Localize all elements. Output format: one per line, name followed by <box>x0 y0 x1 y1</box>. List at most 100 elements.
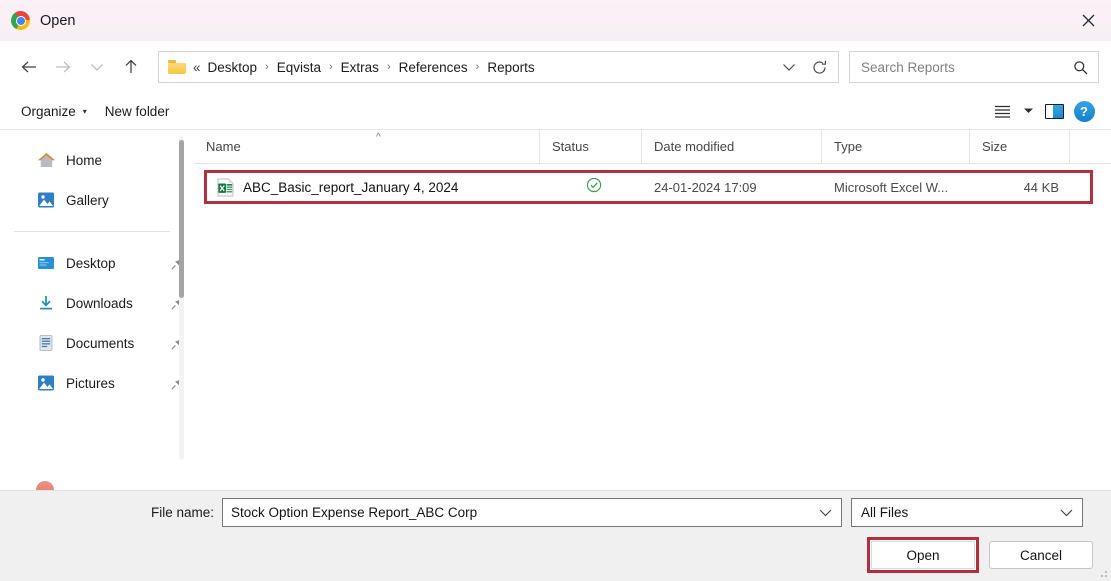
file-name-combobox[interactable] <box>222 498 842 527</box>
file-rows: ABC_Basic_report_January 4, 2024 24-01-2… <box>194 164 1111 490</box>
breadcrumb-overflow[interactable]: « <box>193 60 201 75</box>
search-icon <box>1070 60 1090 75</box>
help-label: ? <box>1073 100 1095 122</box>
preview-pane-icon[interactable] <box>1039 97 1069 125</box>
column-header-name[interactable]: Name ^ <box>194 130 539 163</box>
excel-file-icon <box>217 178 234 197</box>
breadcrumb-separator[interactable]: › <box>476 61 480 73</box>
sidebar-item-downloads[interactable]: Downloads <box>0 283 194 323</box>
folder-icon <box>168 60 186 74</box>
sidebar-divider <box>14 231 170 232</box>
file-list-pane: Name ^ Status Date modified Type Size AB… <box>194 130 1111 490</box>
breadcrumb-item-extras[interactable]: Extras <box>340 58 380 77</box>
chevron-down-icon[interactable] <box>813 509 837 517</box>
organize-button[interactable]: Organize ▾ <box>12 99 96 124</box>
sidebar-item-label: Pictures <box>66 375 115 391</box>
column-header-status[interactable]: Status <box>539 130 641 163</box>
desktop-icon <box>36 253 56 273</box>
breadcrumb-item-references[interactable]: References <box>398 58 469 77</box>
search-box[interactable] <box>849 51 1099 83</box>
sidebar-item-desktop[interactable]: Desktop <box>0 243 194 283</box>
open-button-highlight: Open <box>867 537 979 573</box>
sidebar-item-documents[interactable]: Documents <box>0 323 194 363</box>
window-title: Open <box>40 12 76 29</box>
back-button[interactable] <box>12 50 46 84</box>
open-file-dialog: Open « Desktop › Eqvista › Extras › Refe… <box>0 0 1111 581</box>
recent-locations-button[interactable] <box>80 50 114 84</box>
column-header-type[interactable]: Type <box>821 130 969 163</box>
list-view-icon[interactable] <box>987 97 1017 125</box>
column-header-name-label: Name <box>206 139 241 154</box>
file-name-label: ABC_Basic_report_January 4, 2024 <box>243 179 459 195</box>
breadcrumb: « Desktop › Eqvista › Extras › Reference… <box>193 58 774 77</box>
column-header-status-label: Status <box>552 139 589 154</box>
file-type-cell: Microsoft Excel W... <box>834 179 949 195</box>
sidebar-scrollbar[interactable] <box>179 136 184 460</box>
refresh-icon[interactable] <box>804 53 834 81</box>
file-type-filter-combobox[interactable]: All Files <box>851 498 1083 527</box>
column-headers: Name ^ Status Date modified Type Size <box>194 130 1111 164</box>
sidebar-item-label: Documents <box>66 335 135 351</box>
pictures-icon <box>36 373 56 393</box>
chevron-down-icon[interactable] <box>1054 509 1078 517</box>
search-input[interactable] <box>861 59 1070 75</box>
column-header-date-label: Date modified <box>654 139 735 154</box>
resize-grip[interactable] <box>1097 567 1107 577</box>
sidebar-item-label: Home <box>66 152 103 168</box>
title-bar: Open <box>0 0 1111 41</box>
sidebar-item-label: Desktop <box>66 255 116 271</box>
column-header-filler <box>1069 130 1111 163</box>
column-header-size-label: Size <box>982 139 1008 154</box>
dialog-footer: File name: All Files Open Cancel <box>0 490 1111 581</box>
sidebar-scrollbar-thumb[interactable] <box>179 140 184 298</box>
organize-label: Organize <box>21 103 76 119</box>
downloads-icon <box>36 293 56 313</box>
file-date-modified-cell: 24-01-2024 17:09 <box>654 179 757 195</box>
new-folder-label: New folder <box>104 103 170 119</box>
breadcrumb-item-eqvista[interactable]: Eqvista <box>276 58 322 77</box>
sidebar-item-partial[interactable] <box>36 481 54 490</box>
command-bar: Organize ▾ New folder ? <box>0 93 1111 130</box>
sidebar-item-home[interactable]: Home <box>0 140 194 180</box>
close-icon[interactable] <box>1065 0 1111 41</box>
documents-icon <box>36 333 56 353</box>
navigation-bar: « Desktop › Eqvista › Extras › Reference… <box>0 41 1111 93</box>
column-header-size[interactable]: Size <box>969 130 1069 163</box>
up-button[interactable] <box>114 50 148 84</box>
sidebar-item-label: Downloads <box>66 295 133 311</box>
sidebar-item-label: Gallery <box>66 192 109 208</box>
file-name-row: File name: All Files <box>0 498 1111 527</box>
breadcrumb-item-reports[interactable]: Reports <box>486 58 535 77</box>
column-header-date-modified[interactable]: Date modified <box>641 130 821 163</box>
sidebar-item-pictures[interactable]: Pictures <box>0 363 194 403</box>
open-button[interactable]: Open <box>871 541 975 569</box>
breadcrumb-separator[interactable]: › <box>329 61 333 73</box>
help-icon[interactable]: ? <box>1069 97 1099 125</box>
navigation-pane: Home Gallery Desktop Downloads Documents… <box>0 130 194 490</box>
new-folder-button[interactable]: New folder <box>96 99 179 124</box>
table-row[interactable]: ABC_Basic_report_January 4, 2024 24-01-2… <box>204 170 1093 204</box>
cloud-available-check-icon <box>586 177 602 198</box>
view-options-chevron-down-icon[interactable] <box>1017 97 1039 125</box>
breadcrumb-separator[interactable]: › <box>265 61 269 73</box>
chrome-icon <box>11 11 30 30</box>
home-icon <box>36 150 56 170</box>
file-name-label-text: File name: <box>150 505 214 520</box>
chevron-down-icon[interactable] <box>774 53 804 81</box>
sort-ascending-icon: ^ <box>376 132 381 143</box>
file-name-input[interactable] <box>231 505 813 520</box>
sidebar-item-gallery[interactable]: Gallery <box>0 180 194 220</box>
breadcrumb-separator[interactable]: › <box>387 61 391 73</box>
footer-buttons: Open Cancel <box>867 537 1093 573</box>
file-type-filter-value: All Files <box>861 505 909 520</box>
forward-button[interactable] <box>46 50 80 84</box>
gallery-icon <box>36 190 56 210</box>
breadcrumb-item-desktop[interactable]: Desktop <box>207 58 259 77</box>
dialog-body: Home Gallery Desktop Downloads Documents… <box>0 130 1111 490</box>
file-size-cell: 44 KB <box>1023 179 1059 195</box>
column-header-type-label: Type <box>834 139 863 154</box>
cancel-button[interactable]: Cancel <box>989 541 1093 569</box>
address-bar[interactable]: « Desktop › Eqvista › Extras › Reference… <box>158 51 839 83</box>
file-name-cell: ABC_Basic_report_January 4, 2024 <box>207 178 544 197</box>
file-status-cell <box>544 177 644 198</box>
